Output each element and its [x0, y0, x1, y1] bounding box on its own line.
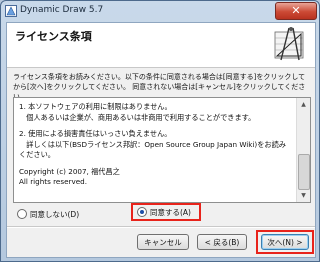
license-text: 1. 本ソフトウェアの利用に制限はありません。 個人あるいは企業が、商用あるいは…	[19, 102, 289, 188]
radio-on-icon	[137, 207, 147, 217]
agree-label: 同意する(A)	[150, 207, 191, 217]
vertical-scrollbar[interactable]: ▲ ▼	[296, 98, 310, 202]
disagree-radio[interactable]: 同意しない(D)	[17, 207, 79, 221]
page-title: ライセンス条項	[15, 30, 92, 43]
dialog-body: ライセンス条項 ライセンス条項をお読みください。以下の条件に同意される場合は[同…	[6, 22, 316, 258]
cancel-button[interactable]: キャンセル	[137, 234, 189, 250]
window-title: Dynamic Draw 5.7	[20, 5, 104, 15]
header-band: ライセンス条項	[7, 23, 315, 68]
license-paragraph: 1. 本ソフトウェアの利用に制限はありません。 個人あるいは企業が、商用あるいは…	[19, 102, 256, 122]
title-bar[interactable]: Dynamic Draw 5.7 ✕	[1, 1, 319, 21]
next-button[interactable]: 次へ(N) >	[261, 234, 309, 250]
app-icon	[5, 5, 17, 17]
close-button[interactable]: ✕	[275, 2, 317, 20]
drafting-tools-icon	[274, 27, 304, 61]
back-button[interactable]: < 戻る(B)	[197, 234, 247, 250]
divider	[7, 226, 315, 228]
agree-radio[interactable]: 同意する(A)	[131, 203, 201, 221]
disagree-label: 同意しない(D)	[30, 209, 80, 219]
scrollbar-thumb[interactable]	[298, 154, 310, 190]
license-textbox[interactable]: 1. 本ソフトウェアの利用に制限はありません。 個人あるいは企業が、商用あるいは…	[13, 97, 311, 203]
radio-off-icon	[17, 209, 27, 219]
next-button-highlight: 次へ(N) >	[256, 230, 314, 254]
license-paragraph: 2. 使用による損害責任はいっさい負えません。 詳しくは以下(BSDライセンス邦…	[19, 129, 286, 159]
scroll-down-icon[interactable]: ▼	[297, 189, 310, 202]
scroll-up-icon[interactable]: ▲	[297, 98, 310, 111]
license-paragraph: Copyright (c) 2007, 福代昌之 All rights rese…	[19, 166, 120, 187]
installer-window: Dynamic Draw 5.7 ✕ ライセンス条項 ライセンス条項をお読みくだ…	[0, 0, 320, 262]
